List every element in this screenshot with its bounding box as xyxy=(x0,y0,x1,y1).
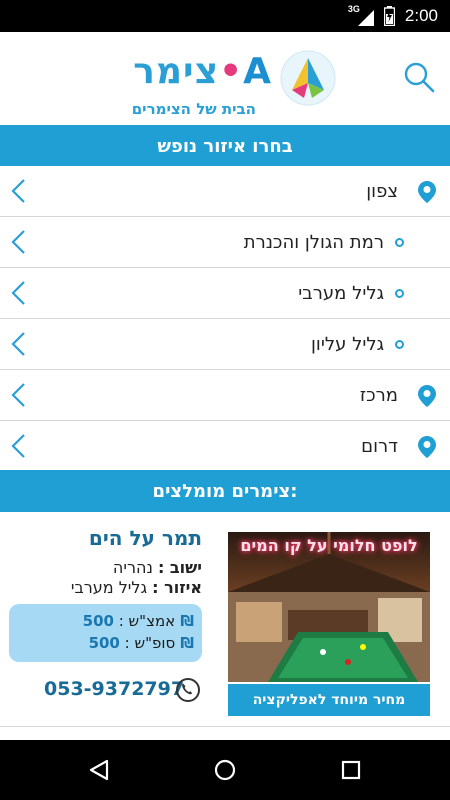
chevron-left-icon xyxy=(11,281,25,305)
region-label: צפון xyxy=(366,181,398,202)
recents-icon[interactable] xyxy=(339,758,363,782)
chevron-left-icon xyxy=(11,332,25,356)
battery-icon xyxy=(383,6,395,26)
weekend-label: סופ"ש : xyxy=(124,634,176,652)
map-pin-icon xyxy=(418,436,436,458)
photo-sign: לופט חלומי על קו המים xyxy=(240,536,418,555)
system-nav-bar xyxy=(0,740,450,800)
bullet-icon xyxy=(395,289,404,298)
phone-number[interactable]: 053-9372797 xyxy=(44,678,184,700)
region-item-western-galilee[interactable]: גליל מערבי xyxy=(0,268,450,319)
recommended-header: צימרים מומלצים: xyxy=(0,470,450,512)
area-label: איזור : xyxy=(152,578,202,597)
region-label: מרכז xyxy=(359,385,398,406)
region-item-north[interactable]: צפון xyxy=(0,166,450,217)
zimmer-name: תמר על הים xyxy=(88,526,202,550)
town-value: נהריה xyxy=(112,558,153,577)
map-pin-icon xyxy=(418,385,436,407)
map-pin-icon xyxy=(418,181,436,203)
clock: 2:00 xyxy=(404,6,438,25)
logo-wordmark: צימר•A xyxy=(133,51,272,92)
zimmer-card[interactable]: לופט חלומי על קו המים מחיר מיוחד לאפליקצ… xyxy=(0,514,450,724)
logo-icon xyxy=(280,50,336,106)
chevron-left-icon xyxy=(11,179,25,203)
midweek-price-row: אמצ"ש : 500 ₪ xyxy=(83,612,194,630)
area-value: גליל מערבי xyxy=(70,578,148,597)
region-label: גליל עליון xyxy=(311,334,384,355)
search-icon[interactable] xyxy=(402,60,436,94)
signal-icon: 3G xyxy=(348,4,374,26)
region-label: גליל מערבי xyxy=(298,283,384,304)
special-price-button[interactable]: מחיר מיוחד לאפליקציה xyxy=(228,684,430,716)
price-box: אמצ"ש : 500 ₪ סופ"ש : 500 ₪ xyxy=(9,604,202,662)
weekend-price-row: סופ"ש : 500 ₪ xyxy=(89,634,194,652)
zimmer-area-line: איזור : גליל מערבי xyxy=(71,578,202,597)
region-list: צפון רמת הגולן והכנרת גליל מערבי גליל על… xyxy=(0,166,450,472)
town-label: ישוב : xyxy=(157,558,202,577)
region-item-golan-kinneret[interactable]: רמת הגולן והכנרת xyxy=(0,217,450,268)
app-header: צימר•A הבית של הצימרים xyxy=(0,32,450,126)
region-label: רמת הגולן והכנרת xyxy=(243,232,384,253)
status-bar: 3G 2:00 xyxy=(0,0,450,32)
region-label: דרום xyxy=(361,436,398,457)
bullet-icon xyxy=(395,238,404,247)
app-logo[interactable]: צימר•A הבית של הצימרים xyxy=(112,50,336,126)
card-divider xyxy=(0,726,450,727)
regions-header: בחרו איזור נופש xyxy=(0,125,450,167)
region-item-south[interactable]: דרום xyxy=(0,421,450,472)
midweek-label: אמצ"ש : xyxy=(118,612,176,630)
bullet-icon xyxy=(395,340,404,349)
home-icon[interactable] xyxy=(213,758,237,782)
back-icon[interactable] xyxy=(87,758,111,782)
chevron-left-icon xyxy=(11,383,25,407)
region-item-upper-galilee[interactable]: גליל עליון xyxy=(0,319,450,370)
phone-icon[interactable] xyxy=(176,678,200,702)
zimmer-town-line: ישוב : נהריה xyxy=(113,558,202,577)
chevron-left-icon xyxy=(11,434,25,458)
logo-tagline: הבית של הצימרים xyxy=(131,100,256,118)
chevron-left-icon xyxy=(11,230,25,254)
region-item-center[interactable]: מרכז xyxy=(0,370,450,421)
zimmer-photo[interactable]: לופט חלומי על קו המים xyxy=(228,532,430,682)
